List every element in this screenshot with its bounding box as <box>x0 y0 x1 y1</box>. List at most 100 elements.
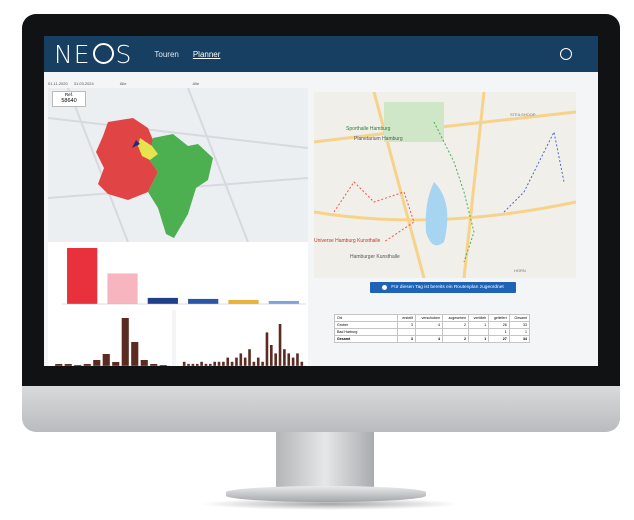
chart-bar <box>235 357 238 366</box>
chart-bar <box>252 361 256 366</box>
cell: 2 <box>442 335 470 343</box>
nav-tab-planner[interactable]: Planner <box>193 50 221 59</box>
chart-bar <box>67 248 98 304</box>
app-logo: NE S <box>54 39 133 69</box>
logo-building-icon <box>92 42 114 64</box>
nav-tab-touren[interactable]: Touren <box>154 50 178 59</box>
chart-bar <box>261 361 264 366</box>
cell: 3 <box>397 335 416 343</box>
cell <box>468 328 490 336</box>
chart-bar <box>204 363 208 366</box>
chart-bar <box>195 363 199 366</box>
row-name: Bad Harburg <box>334 328 398 336</box>
top-navigation-bar: NE S Touren Planner <box>44 36 598 72</box>
table-total-row: Gesamt 3 4 2 1 27 34 <box>334 335 531 343</box>
map-label-sporthalle: Sporthalle Hamburg <box>346 126 391 132</box>
user-icon[interactable] <box>560 48 572 60</box>
map-label-kunsthalle: Hamburger Kunsthalle <box>350 254 400 260</box>
row-name: Gesamt <box>334 335 398 343</box>
cell: 1 <box>508 328 531 336</box>
category-bar-chart <box>48 242 308 310</box>
cell: 33 <box>508 321 531 329</box>
chart-bar <box>188 298 219 304</box>
chart-bar <box>112 362 120 366</box>
chart-svg <box>54 318 170 366</box>
cell: 2 <box>442 321 470 329</box>
col-header: Ort <box>334 314 398 322</box>
col-header: erstellt <box>397 314 416 322</box>
chart-bar <box>278 324 282 366</box>
chart-bar <box>256 357 260 366</box>
map-label-universe: Universe Hamburg Kunsthalle <box>314 238 381 244</box>
monitor-chin <box>22 386 620 432</box>
cell: 1 <box>468 321 490 329</box>
chart-bar <box>147 297 178 304</box>
region-map[interactable]: Ref. 58640 <box>48 88 308 242</box>
chart-bar <box>222 361 225 366</box>
chart-bar <box>150 364 158 366</box>
map-label-steilshoop: STEILSHOOP <box>510 112 536 117</box>
chart-bar <box>296 353 299 366</box>
filter-select-2[interactable]: Alle <box>192 81 199 86</box>
monthly-bar-chart <box>48 310 172 366</box>
chart-bar <box>121 318 129 366</box>
daily-bar-chart <box>176 310 308 366</box>
chart-bar <box>274 353 277 366</box>
chart-bar <box>182 361 186 366</box>
chart-bar <box>270 345 273 366</box>
route-summary-table: Ort erstellt verschoben zugesehen verblieb ge… <box>334 314 531 343</box>
monitor-stand-neck <box>276 432 374 492</box>
chart-bar <box>191 363 195 366</box>
notice-text: Für diesen Tag ist bereits ein Routenpla… <box>391 285 504 290</box>
chart-bar <box>228 299 259 304</box>
chart-bar <box>131 342 139 366</box>
cell: 1 <box>488 328 510 336</box>
cell <box>442 328 470 336</box>
chart-bar <box>93 360 101 366</box>
date-from-input[interactable]: 01.11.2020 <box>48 81 68 86</box>
map-label-planetarium: Planetarium Hamburg <box>354 136 403 142</box>
cell: 27 <box>488 335 510 343</box>
col-header: zugesehen <box>442 314 470 322</box>
info-icon <box>382 285 388 290</box>
chart-svg <box>182 324 306 366</box>
cell: 26 <box>488 321 510 329</box>
col-header: verschoben <box>414 314 444 322</box>
route-plan-notice: Für diesen Tag ist bereits ein Routenpla… <box>370 282 516 293</box>
region-badge: Ref. 58640 <box>52 91 86 107</box>
chart-bar <box>287 353 291 366</box>
table-row[interactable]: Gruber 3 4 2 1 26 33 <box>334 321 531 329</box>
chart-bar <box>300 361 304 366</box>
row-name: Gruber <box>334 321 398 329</box>
filter-select-1[interactable]: Alle <box>120 81 127 86</box>
chart-bar <box>55 364 63 366</box>
date-to-input[interactable]: 31.03.2024 <box>74 81 94 86</box>
chart-bar <box>243 357 247 366</box>
table-row[interactable]: Bad Harburg 1 1 <box>334 328 531 336</box>
chart-bar <box>213 361 216 366</box>
region-map-svg <box>48 88 308 242</box>
cell: 34 <box>508 335 531 343</box>
chart-bar <box>102 354 110 366</box>
chart-bar <box>200 361 203 366</box>
chart-bar <box>265 332 269 366</box>
cell <box>397 328 416 336</box>
chart-bar <box>187 363 190 366</box>
map-label-horn: HORN <box>514 268 526 273</box>
chart-bar <box>209 363 212 366</box>
col-header: verblieb <box>468 314 490 322</box>
screen: NE S Touren Planner 01.11.2020 31.03.2024… <box>44 36 598 366</box>
chart-bar <box>140 360 148 366</box>
route-map[interactable]: Sporthalle Hamburg Planetarium Hamburg U… <box>313 91 577 279</box>
table-header-row: Ort erstellt verschoben zugesehen verblieb ge… <box>334 314 531 322</box>
cell: 4 <box>414 335 444 343</box>
route-map-svg: Sporthalle Hamburg Planetarium Hamburg U… <box>313 91 577 279</box>
col-header: geliefert <box>488 314 510 322</box>
filter-row: 01.11.2020 31.03.2024 Alle Alle <box>48 78 308 88</box>
chart-bar <box>291 357 295 366</box>
chart-bar <box>217 361 221 366</box>
chart-bar <box>248 349 251 366</box>
cell: 3 <box>397 321 416 329</box>
chart-bar <box>230 361 234 366</box>
chart-bar <box>239 353 243 366</box>
